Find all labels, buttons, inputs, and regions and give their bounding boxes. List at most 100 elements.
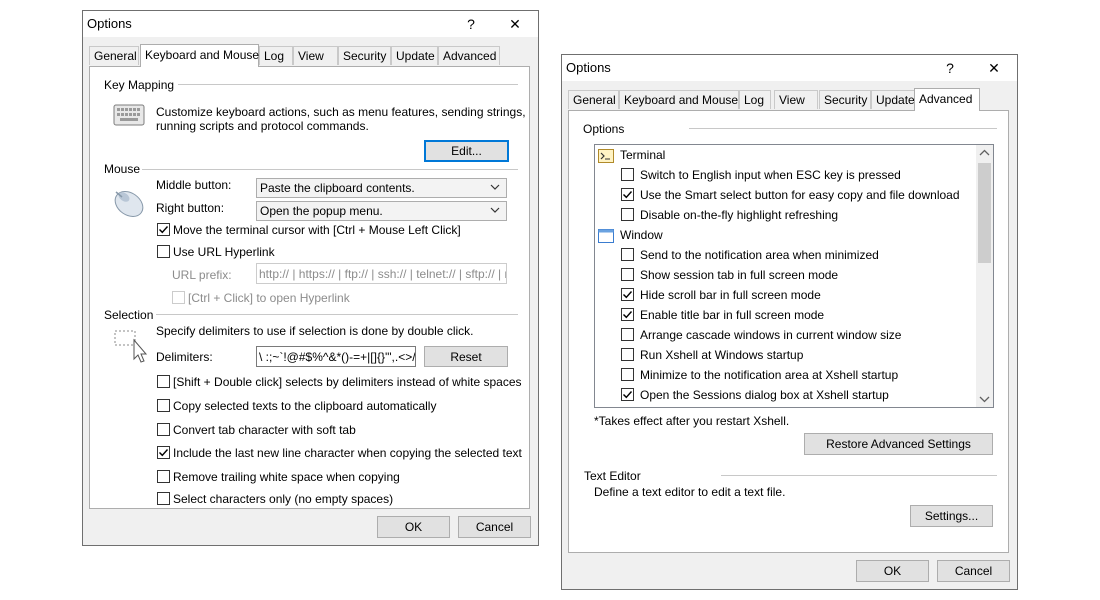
terminal-icon: [598, 149, 614, 166]
settings-button[interactable]: Settings...: [910, 505, 993, 527]
cancel-button[interactable]: Cancel: [458, 516, 531, 538]
url-prefix-value: http:// | https:// | ftp:// | ssh:// | t…: [259, 267, 506, 281]
move-cursor-checkbox[interactable]: [157, 223, 170, 236]
selection-description: Specify delimiters to use if selection i…: [156, 324, 474, 338]
cancel-button[interactable]: Cancel: [937, 560, 1010, 582]
tab-view[interactable]: View: [774, 90, 818, 109]
session-tab-fullscreen-label: Show session tab in full screen mode: [640, 268, 839, 282]
scroll-thumb[interactable]: [978, 163, 991, 263]
convert-tab-checkbox[interactable]: [157, 423, 170, 436]
remove-trailing-space-checkbox[interactable]: [157, 470, 170, 483]
advanced-options-list[interactable]: Terminal Switch to English input when ES…: [594, 144, 994, 408]
right-button-select[interactable]: Open the popup menu.: [256, 201, 507, 221]
url-prefix-field[interactable]: http:// | https:// | ftp:// | ssh:// | t…: [256, 263, 507, 284]
chevron-down-icon: [490, 184, 500, 190]
tab-panel: Key Mapping Customize keyboard actions, …: [89, 66, 530, 509]
session-tab-fullscreen-checkbox[interactable]: [621, 268, 634, 281]
vertical-scrollbar[interactable]: [976, 145, 993, 407]
key-mapping-description-line1: Customize keyboard actions, such as menu…: [156, 105, 526, 119]
shift-double-click-label: [Shift + Double click] selects by delimi…: [173, 375, 522, 389]
delimiters-field[interactable]: \ :;~`!@#$%^&*()-=+|[]{}'",.<>/?: [256, 346, 416, 367]
key-mapping-heading: Key Mapping: [104, 78, 175, 92]
key-mapping-description-line2: running scripts and protocol commands.: [156, 119, 369, 133]
tab-log[interactable]: Log: [259, 46, 293, 65]
tab-log[interactable]: Log: [739, 90, 771, 109]
minimize-at-startup-label: Minimize to the notification area at Xsh…: [640, 368, 899, 382]
copy-to-clipboard-label: Copy selected texts to the clipboard aut…: [173, 399, 437, 413]
tab-keyboard-and-mouse[interactable]: Keyboard and Mouse: [619, 90, 739, 109]
disable-highlight-refresh-label: Disable on-the-fly highlight refreshing: [640, 208, 839, 222]
scroll-up-arrow-icon[interactable]: [979, 149, 990, 157]
group-terminal-label: Terminal: [620, 148, 666, 162]
right-button-label: Right button:: [156, 201, 225, 215]
remove-trailing-space-label: Remove trailing white space when copying: [173, 470, 400, 484]
tab-security[interactable]: Security: [819, 90, 871, 109]
open-sessions-at-startup-label: Open the Sessions dialog box at Xshell s…: [640, 388, 889, 402]
tab-advanced[interactable]: Advanced: [914, 88, 980, 111]
title-bar[interactable]: Options ? ✕: [83, 11, 538, 37]
text-editor-divider: [721, 475, 997, 476]
options-dialog-keyboard-mouse: Options ? ✕ General Keyboard and Mouse L…: [82, 10, 539, 546]
run-at-startup-label: Run Xshell at Windows startup: [640, 348, 804, 362]
disable-highlight-refresh-checkbox[interactable]: [621, 208, 634, 221]
chevron-down-icon: [490, 207, 500, 213]
smart-select-checkbox[interactable]: [621, 188, 634, 201]
tab-keyboard-and-mouse[interactable]: Keyboard and Mouse: [140, 44, 259, 67]
shift-double-click-checkbox[interactable]: [157, 375, 170, 388]
tab-update[interactable]: Update: [391, 46, 438, 65]
mouse-heading: Mouse: [104, 162, 141, 176]
open-sessions-at-startup-checkbox[interactable]: [621, 388, 634, 401]
esc-english-input-label: Switch to English input when ESC key is …: [640, 168, 901, 182]
key-mapping-divider: [178, 84, 518, 85]
reset-button[interactable]: Reset: [424, 346, 508, 367]
options-dialog-advanced: Options ? ✕ General Keyboard and Mouse L…: [561, 54, 1018, 590]
esc-english-input-checkbox[interactable]: [621, 168, 634, 181]
scroll-down-arrow-icon[interactable]: [979, 395, 990, 403]
tab-update[interactable]: Update: [871, 90, 916, 109]
move-cursor-label: Move the terminal cursor with [Ctrl + Mo…: [173, 223, 461, 237]
help-button[interactable]: ?: [459, 13, 483, 35]
hide-scrollbar-fullscreen-label: Hide scroll bar in full screen mode: [640, 288, 821, 302]
url-hyperlink-checkbox[interactable]: [157, 245, 170, 258]
close-button[interactable]: ✕: [982, 57, 1006, 79]
tab-security[interactable]: Security: [338, 46, 391, 65]
url-prefix-label: URL prefix:: [172, 268, 232, 282]
selection-heading: Selection: [104, 308, 154, 322]
middle-button-value: Paste the clipboard contents.: [260, 181, 415, 195]
notification-area-minimized-checkbox[interactable]: [621, 248, 634, 261]
ok-button[interactable]: OK: [856, 560, 929, 582]
tab-general[interactable]: General: [568, 90, 619, 109]
help-button[interactable]: ?: [938, 57, 962, 79]
run-at-startup-checkbox[interactable]: [621, 348, 634, 361]
hide-scrollbar-fullscreen-checkbox[interactable]: [621, 288, 634, 301]
include-newline-checkbox[interactable]: [157, 446, 170, 459]
window-icon: [598, 229, 614, 246]
tab-view[interactable]: View: [293, 46, 338, 65]
ctrl-click-hyperlink-label: [Ctrl + Click] to open Hyperlink: [188, 291, 350, 305]
copy-to-clipboard-checkbox[interactable]: [157, 399, 170, 412]
keyboard-icon: [113, 102, 145, 131]
restore-advanced-settings-button[interactable]: Restore Advanced Settings: [804, 433, 993, 455]
ok-button[interactable]: OK: [377, 516, 450, 538]
title-bar[interactable]: Options ? ✕: [562, 55, 1017, 81]
arrange-cascade-checkbox[interactable]: [621, 328, 634, 341]
ctrl-click-hyperlink-checkbox[interactable]: [172, 291, 185, 304]
group-window-label: Window: [620, 228, 663, 242]
selection-divider: [156, 314, 518, 315]
edit-button[interactable]: Edit...: [424, 140, 509, 162]
select-characters-only-checkbox[interactable]: [157, 492, 170, 505]
selection-cursor-icon: [114, 330, 150, 367]
tab-advanced[interactable]: Advanced: [438, 46, 500, 65]
tab-strip: General Keyboard and Mouse Log View Secu…: [89, 44, 529, 67]
middle-button-select[interactable]: Paste the clipboard contents.: [256, 178, 507, 198]
close-button[interactable]: ✕: [503, 13, 527, 35]
mouse-icon: [110, 184, 150, 223]
title-bar-fullscreen-checkbox[interactable]: [621, 308, 634, 321]
convert-tab-label: Convert tab character with soft tab: [173, 423, 356, 437]
restart-note: *Takes effect after you restart Xshell.: [594, 414, 790, 428]
dialog-title: Options: [87, 16, 132, 31]
minimize-at-startup-checkbox[interactable]: [621, 368, 634, 381]
delimiters-label: Delimiters:: [156, 350, 213, 364]
tab-general[interactable]: General: [89, 46, 139, 65]
mouse-divider: [142, 169, 518, 170]
